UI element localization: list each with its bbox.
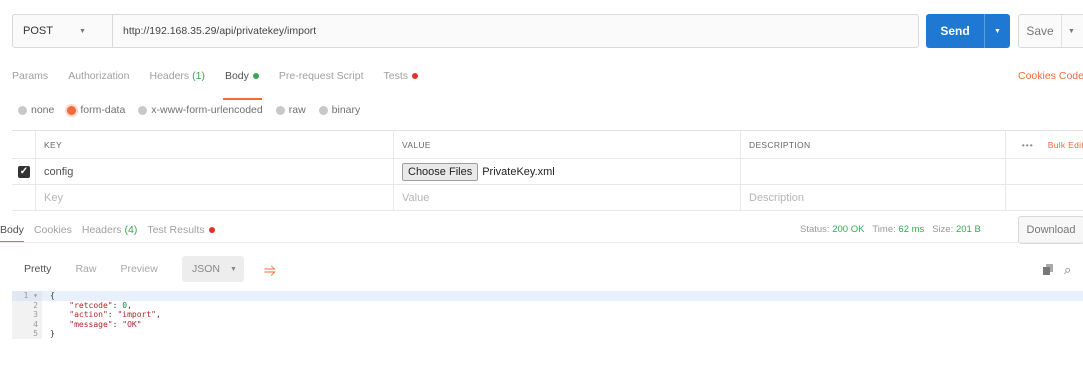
response-body-code: 1 ▾ { 2 "retcode": 0, 3 "action": "impor… [12, 291, 1083, 355]
request-tabs: Params Authorization Headers (1) Body Pr… [12, 70, 419, 100]
code-link[interactable]: Code [1059, 70, 1083, 82]
tab-body-label: Body [224, 70, 249, 82]
method-label: POST [23, 25, 53, 37]
code-line: 5 } [12, 329, 1083, 339]
radio-icon [18, 105, 27, 115]
description-input[interactable]: Description [741, 185, 1006, 210]
divider [0, 242, 1083, 243]
radio-x-www-form-urlencoded[interactable]: x-www-form-urlencoded [138, 104, 263, 116]
search-icon[interactable]: ⌕ [1064, 262, 1071, 278]
url-input[interactable]: http://192.168.35.29/api/privatekey/impo… [113, 25, 316, 37]
column-header-key: KEY [36, 131, 394, 158]
tab-response-headers[interactable]: Headers (4) [82, 224, 137, 236]
line-number: 5 [12, 329, 42, 339]
tab-pretty[interactable]: Pretty [24, 263, 51, 275]
code-line: 2 "retcode": 0, [12, 300, 1083, 310]
headers-count: (1) [192, 70, 205, 82]
tab-body[interactable]: Body [222, 70, 262, 100]
body-type-radios: none form-data x-www-form-urlencoded raw… [18, 104, 360, 116]
size-value: 201 B [955, 224, 981, 235]
tab-headers[interactable]: Headers (1) [149, 70, 204, 92]
chevron-down-icon: ▼ [78, 27, 86, 35]
save-label: Save [1026, 24, 1054, 38]
save-button[interactable]: Save ▼ [1018, 14, 1083, 48]
radio-icon [275, 105, 285, 115]
response-status: Status: 200 OK Time: 62 ms Size: 201 B [800, 224, 981, 235]
key-field[interactable]: config [36, 159, 394, 184]
table-header-row: KEY VALUE DESCRIPTION ••• Bulk Edit [12, 131, 1083, 159]
response-headers-count: (4) [124, 224, 138, 236]
table-row: ✓ config Choose Files PrivateKey.xml [12, 159, 1083, 185]
cookies-link[interactable]: Cookies [1018, 70, 1056, 82]
method-select[interactable]: POST ▼ [13, 15, 113, 47]
radio-selected-icon [67, 105, 77, 115]
tab-test-results[interactable]: Test Results [147, 224, 215, 236]
choose-files-button[interactable]: Choose Files [402, 162, 479, 181]
status-value: 200 OK [832, 224, 865, 235]
radio-raw[interactable]: raw [275, 104, 306, 116]
chevron-down-icon: ▼ [230, 265, 237, 273]
column-header-value: VALUE [394, 131, 741, 158]
tab-preview[interactable]: Preview [120, 263, 157, 275]
right-links: Cookies Code [1018, 70, 1083, 82]
value-input[interactable]: Value [394, 185, 741, 210]
wrap-lines-icon[interactable]: ⥤ [256, 256, 284, 282]
tab-response-headers-label: Headers [81, 224, 122, 236]
response-tabs: Body Cookies Headers (4) Test Results [0, 224, 215, 243]
selected-file-name: PrivateKey.xml [482, 165, 555, 178]
code-line: 3 "action": "import", [12, 310, 1083, 320]
send-label: Send [940, 24, 970, 38]
tab-raw[interactable]: Raw [75, 263, 96, 275]
tab-tests[interactable]: Tests [384, 70, 419, 92]
code-line: 4 "message": "OK" [12, 319, 1083, 329]
more-options-icon[interactable]: ••• [1022, 140, 1034, 150]
radio-none[interactable]: none [18, 104, 54, 116]
value-field: Choose Files PrivateKey.xml [394, 159, 741, 184]
line-number: 4 [12, 319, 42, 329]
description-field[interactable] [741, 159, 1006, 184]
copy-icon[interactable] [1043, 264, 1053, 275]
column-header-description: DESCRIPTION [741, 131, 1006, 158]
chevron-down-icon[interactable]: ▼ [1061, 15, 1075, 47]
tab-test-results-label: Test Results [147, 224, 205, 236]
radio-binary[interactable]: binary [318, 104, 360, 116]
radio-form-data[interactable]: form-data [67, 104, 125, 116]
tab-response-body[interactable]: Body [0, 224, 24, 243]
tab-pre-request-script[interactable]: Pre-request Script [279, 70, 364, 92]
chevron-down-icon[interactable]: ▼ [985, 28, 1010, 35]
test-results-indicator-dot [208, 227, 215, 234]
key-input[interactable]: Key [36, 185, 394, 210]
line-number: 3 [12, 310, 42, 320]
send-button[interactable]: Send ▼ [926, 14, 1010, 48]
time-value: 62 ms [898, 224, 925, 235]
code-line: 1 ▾ { [12, 291, 1083, 301]
line-number: 1 ▾ [12, 291, 42, 301]
request-bar: POST ▼ http://192.168.35.29/api/privatek… [12, 14, 919, 48]
tab-params[interactable]: Params [12, 70, 48, 92]
format-select[interactable]: JSON ▼ [182, 256, 244, 282]
radio-icon [138, 105, 148, 115]
table-row-empty: Key Value Description [12, 185, 1083, 211]
body-indicator-dot [252, 73, 259, 80]
tab-tests-label: Tests [383, 70, 409, 82]
bulk-edit-link[interactable]: Bulk Edit [1048, 140, 1083, 150]
line-number: 2 [12, 300, 42, 310]
tab-response-cookies[interactable]: Cookies [34, 224, 72, 236]
row-checkbox[interactable]: ✓ [18, 165, 30, 178]
download-button[interactable]: Download [1018, 216, 1083, 244]
response-view-tabs: Pretty Raw Preview [24, 263, 182, 275]
format-label: JSON [192, 263, 221, 275]
form-data-table: KEY VALUE DESCRIPTION ••• Bulk Edit ✓ co… [12, 130, 1083, 211]
tab-headers-label: Headers [149, 70, 190, 82]
radio-icon [318, 105, 328, 115]
tests-indicator-dot [412, 73, 419, 80]
tab-authorization[interactable]: Authorization [68, 70, 129, 92]
